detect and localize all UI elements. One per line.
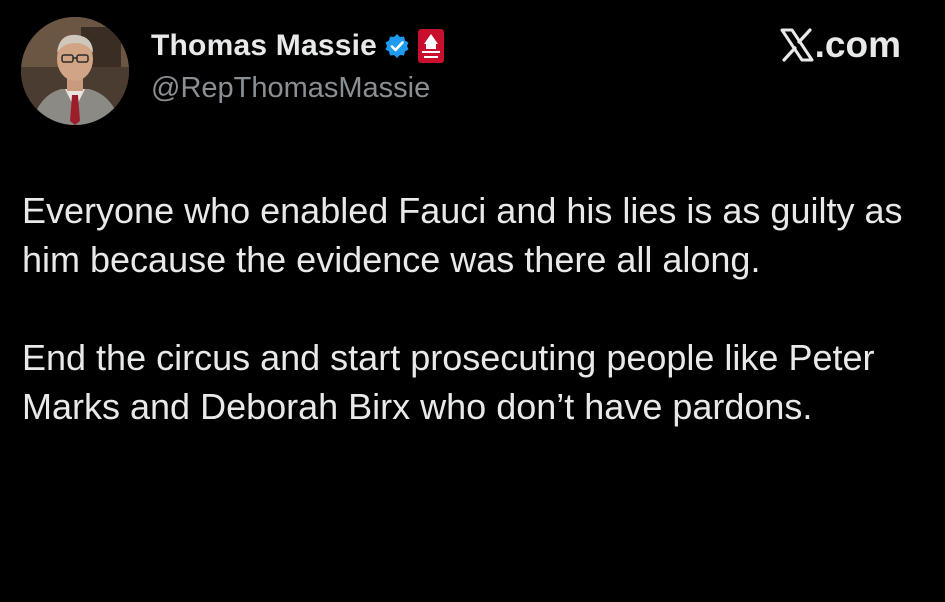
author-name-row: Thomas Massie (151, 26, 445, 66)
x-logo-icon (780, 28, 814, 62)
site-domain: .com (814, 24, 901, 65)
tweet-paragraph-2: End the circus and start prosecuting peo… (22, 337, 875, 427)
house-gop-badge-icon (418, 29, 445, 63)
tweet-paragraph-1: Everyone who enabled Fauci and his lies … (22, 190, 903, 280)
profile-photo-icon (21, 17, 129, 125)
site-label: .com (780, 24, 901, 66)
display-name[interactable]: Thomas Massie (151, 29, 377, 63)
user-handle[interactable]: @RepThomasMassie (151, 72, 430, 105)
avatar[interactable] (21, 17, 129, 125)
verified-badge-icon (385, 34, 409, 58)
tweet-body: Everyone who enabled Fauci and his lies … (22, 186, 927, 431)
